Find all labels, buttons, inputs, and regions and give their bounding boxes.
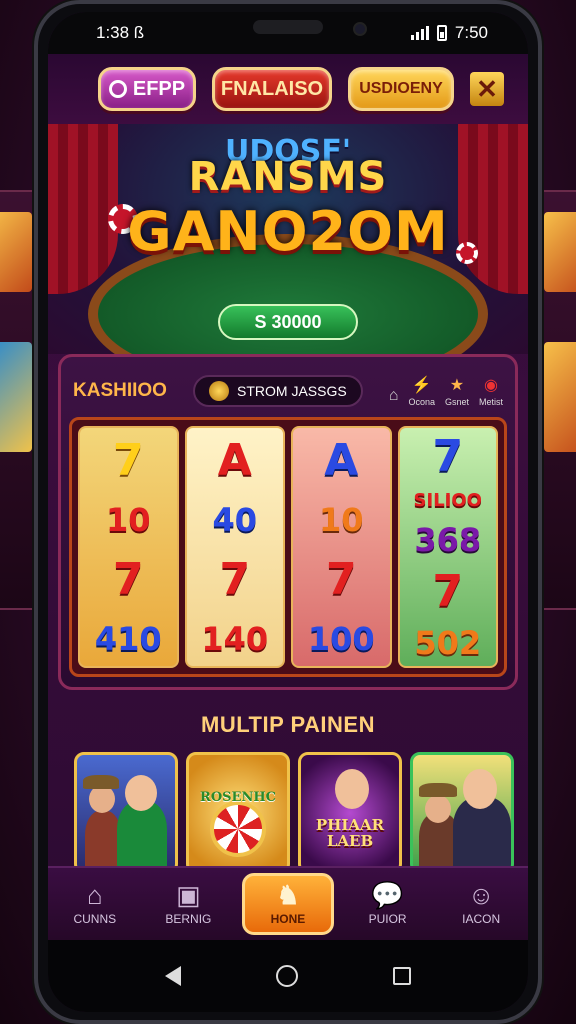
efpp-label: EFPP xyxy=(132,77,186,100)
signal-icon xyxy=(410,26,429,40)
house-icon[interactable]: ⌂ xyxy=(389,387,399,407)
star-icon[interactable]: ★ Gsnet xyxy=(445,375,469,407)
reel-value: 410 xyxy=(94,620,162,659)
hero-banner: UDOSF' RANSMS GANO2OM S 30000 xyxy=(48,124,528,354)
user-icon: ☺ xyxy=(467,880,495,910)
game-card[interactable] xyxy=(410,752,514,874)
nav-label: PUIOR xyxy=(368,912,407,926)
close-icon[interactable]: ✕ xyxy=(470,72,504,106)
home-button-icon[interactable] xyxy=(275,965,298,987)
logo-line-2: GANO2OM xyxy=(127,200,449,263)
reel-3: A 10 7 100 xyxy=(291,426,392,668)
reel-symbol: 7 xyxy=(112,434,144,486)
game-card[interactable]: PHIAAR LAEB xyxy=(298,752,402,874)
phone-frame: 1:38 ß 7:50 EFPP FNALAISO USDIOENY ✕ UDO… xyxy=(34,0,542,1024)
balance-pill[interactable]: STROM JASSGS xyxy=(193,375,363,407)
usdioeny-label: USDIOENY xyxy=(359,80,443,97)
lion-icon: ♞ xyxy=(276,880,300,910)
camera-icon: ▣ xyxy=(176,880,201,910)
nav-bernig[interactable]: ▣ BERNIG xyxy=(148,882,228,926)
reel-1: 7 10 7 410 xyxy=(78,426,179,668)
reel-value: 40 xyxy=(212,501,258,540)
nav-label: IACON xyxy=(462,912,501,926)
reel-symbol: A xyxy=(217,434,252,486)
reel-value: 100 xyxy=(307,620,375,659)
reel-2: A 40 7 140 xyxy=(184,426,285,668)
bottom-nav: ⌂ CUNNS ▣ BERNIG ♞ HONE 💬 PUIOR ☺ IACON xyxy=(48,866,528,940)
game-card-title: ROSENHC xyxy=(200,789,276,805)
reel-symbol: 7 xyxy=(112,553,144,605)
game-card[interactable]: ROSENHC xyxy=(186,752,290,874)
background-slot-machine-right xyxy=(536,190,576,610)
prize-button[interactable]: S 30000 xyxy=(218,304,358,340)
coin-icon xyxy=(209,381,230,401)
top-bar: EFPP FNALAISO USDIOENY ✕ xyxy=(48,54,528,124)
back-icon[interactable] xyxy=(165,966,182,986)
game-card[interactable] xyxy=(74,752,178,874)
app-screen: 1:38 ß 7:50 EFPP FNALAISO USDIOENY ✕ UDO… xyxy=(48,12,528,1012)
reel-value: 140 xyxy=(201,620,269,659)
mini-icon-row: ⌂ ⚡ Ocona ★ Gsnet ◉ Metist xyxy=(389,375,503,407)
nav-label: CUNNS xyxy=(73,912,117,926)
nav-cunns[interactable]: ⌂ CUNNS xyxy=(55,882,135,926)
battery-icon xyxy=(436,25,447,41)
status-clock: 7:50 xyxy=(454,23,488,42)
reel-value: 10 xyxy=(105,501,151,540)
reel-symbol: 7 xyxy=(432,430,464,482)
reel-symbol: A xyxy=(324,434,359,486)
chip-icon[interactable]: ◉ Metist xyxy=(479,375,503,407)
chat-icon: 💬 xyxy=(371,880,404,910)
logo-line-1: RANSMS xyxy=(188,154,388,200)
system-nav-bar xyxy=(48,940,528,1012)
fnalaiso-button[interactable]: FNALAISO xyxy=(212,67,332,111)
usdioeny-button[interactable]: USDIOENY xyxy=(348,67,454,111)
slot-header: KASHIIOO STROM JASSGS ⌂ ⚡ Ocona ★ Gsnet ◉ M… xyxy=(69,365,507,417)
reel-value: SILIOO xyxy=(413,490,482,512)
nav-puior[interactable]: 💬 PUIOR xyxy=(348,882,428,926)
fnalaiso-label: FNALAISO xyxy=(220,77,324,100)
reel-value: 368 xyxy=(414,520,482,559)
slot-reels: 7 10 7 410 A 40 7 140 A 10 7 100 7 SILIO… xyxy=(69,417,507,677)
home-icon: ⌂ xyxy=(86,880,103,910)
reel-value: 502 xyxy=(414,624,482,663)
bolt-icon[interactable]: ⚡ Ocona xyxy=(408,375,435,407)
nav-iacon[interactable]: ☺ IACON xyxy=(441,882,521,926)
nav-label: BERNIG xyxy=(165,912,212,926)
reel-value: 10 xyxy=(318,501,364,540)
front-camera xyxy=(353,22,367,36)
status-time: 1:38 ß xyxy=(96,23,145,42)
efpp-button[interactable]: EFPP xyxy=(98,67,196,111)
game-card-title: PHIAAR LAEB xyxy=(315,815,385,850)
section-title: MULTIP PAINEN xyxy=(201,712,375,737)
speaker-notch xyxy=(253,20,323,34)
nav-hone[interactable]: ♞ HONE xyxy=(241,873,334,935)
slot-title: KASHIIOO xyxy=(73,380,167,401)
roulette-wheel-icon xyxy=(210,801,266,857)
reel-4: 7 SILIOO 368 7 502 xyxy=(397,426,498,668)
reel-symbol: 7 xyxy=(432,565,464,617)
nav-label: HONE xyxy=(270,912,306,926)
slot-panel: KASHIIOO STROM JASSGS ⌂ ⚡ Ocona ★ Gsnet ◉ M… xyxy=(58,354,518,690)
reel-symbol: 7 xyxy=(325,553,357,605)
reel-symbol: 7 xyxy=(219,553,251,605)
balance-text: STROM JASSGS xyxy=(237,383,347,399)
recents-icon[interactable] xyxy=(392,967,411,985)
game-cards: ROSENHC PHIAAR LAEB xyxy=(48,752,528,874)
coin-icon xyxy=(108,80,127,98)
